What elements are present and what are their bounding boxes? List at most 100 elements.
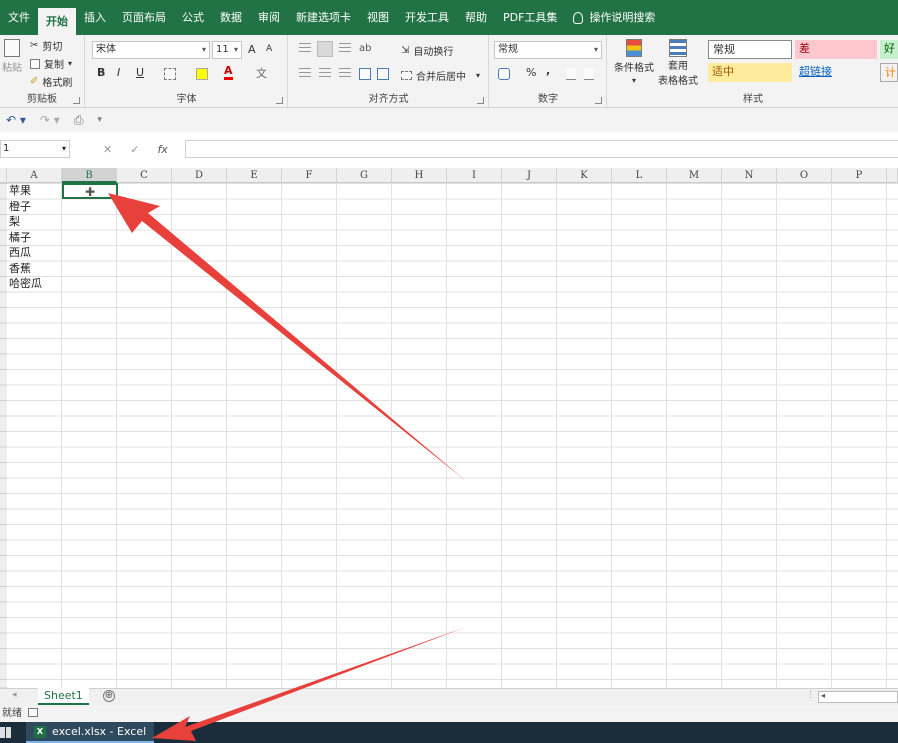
formula-input[interactable] <box>185 140 898 158</box>
column-header-b[interactable]: B <box>62 168 117 183</box>
column-header-m[interactable]: M <box>667 168 722 183</box>
number-launcher-icon[interactable] <box>595 97 602 104</box>
cut-button[interactable]: ✂ 剪切 <box>30 38 62 53</box>
column-header-o[interactable]: O <box>777 168 832 183</box>
tab-data[interactable]: 数据 <box>212 0 250 35</box>
column-header-a[interactable]: A <box>7 168 62 183</box>
font-size-select[interactable]: 11 ▾ <box>212 41 242 59</box>
font-color-button[interactable]: A <box>224 65 233 80</box>
row-headers[interactable] <box>0 183 7 688</box>
increase-indent-icon[interactable] <box>377 68 389 80</box>
column-header-c[interactable]: C <box>117 168 172 183</box>
cell-a5[interactable]: 西瓜 <box>9 245 31 260</box>
conditional-format-button[interactable]: 条件格式 ▾ <box>614 39 654 85</box>
align-middle-icon[interactable] <box>317 41 333 57</box>
enter-icon[interactable]: ✓ <box>130 143 139 156</box>
alignment-launcher-icon[interactable] <box>477 97 484 104</box>
sheet-tab-sheet1[interactable]: Sheet1 <box>38 688 89 705</box>
currency-icon[interactable] <box>498 68 510 80</box>
align-left-icon[interactable] <box>299 68 311 80</box>
horizontal-scrollbar[interactable]: ◂ <box>818 691 898 703</box>
column-header-g[interactable]: G <box>337 168 392 183</box>
underline-button[interactable]: U <box>136 66 144 79</box>
taskbar-excel-window[interactable]: X excel.xlsx - Excel <box>26 722 154 743</box>
number-format-select[interactable]: 常规 ▾ <box>494 41 602 59</box>
customize-icon[interactable]: ▾ <box>97 115 102 125</box>
select-all-corner[interactable] <box>0 168 7 183</box>
format-as-table-button[interactable]: 套用 表格格式 <box>658 39 698 87</box>
font-name-select[interactable]: 宋体 ▾ <box>92 41 210 59</box>
column-header-h[interactable]: H <box>392 168 447 183</box>
cell-a6[interactable]: 香蕉 <box>9 261 31 276</box>
column-header-i[interactable]: I <box>447 168 502 183</box>
fill-color-icon[interactable] <box>196 68 208 80</box>
align-right-icon[interactable] <box>339 68 351 80</box>
column-header-p[interactable]: P <box>832 168 887 183</box>
tab-formulas[interactable]: 公式 <box>174 0 212 35</box>
copy-button[interactable]: 复制 ▾ <box>30 56 72 71</box>
undo-icon[interactable]: ↶ ▾ <box>6 113 26 127</box>
tab-splitter-icon[interactable]: ⋮ <box>806 690 815 700</box>
cell-a3[interactable]: 梨 <box>9 214 20 229</box>
redo-icon[interactable]: ↷ ▾ <box>40 113 60 127</box>
tab-developer[interactable]: 开发工具 <box>397 0 457 35</box>
column-header-k[interactable]: K <box>557 168 612 183</box>
paste-button[interactable]: 粘贴 <box>2 39 22 74</box>
tab-new[interactable]: 新建选项卡 <box>288 0 359 35</box>
style-bad[interactable]: 差 <box>795 40 877 59</box>
windows-start-icon[interactable] <box>0 727 11 738</box>
tab-home[interactable]: 开始 <box>38 8 76 35</box>
cell-a4[interactable]: 橘子 <box>9 230 31 245</box>
italic-button[interactable]: I <box>117 66 120 79</box>
worksheet-grid[interactable]: A B C D E F G H I J K L M N O P 苹果 橙子 梨 … <box>0 168 898 688</box>
cancel-icon[interactable]: ✕ <box>103 143 112 156</box>
bold-button[interactable]: B <box>97 66 105 79</box>
border-icon[interactable] <box>164 68 176 80</box>
cell-a2[interactable]: 橙子 <box>9 199 31 214</box>
column-header-q[interactable] <box>887 168 898 183</box>
column-header-j[interactable]: J <box>502 168 557 183</box>
orientation-button[interactable]: ab <box>359 43 371 54</box>
font-launcher-icon[interactable] <box>276 97 283 104</box>
percent-button[interactable]: % <box>526 66 536 79</box>
tell-me-search[interactable]: 操作说明搜索 <box>565 0 663 35</box>
column-header-l[interactable]: L <box>612 168 667 183</box>
scroll-tabs-left-icon[interactable]: ◂ <box>12 690 17 700</box>
insert-function-icon[interactable]: fx <box>157 143 167 156</box>
style-neutral[interactable]: 适中 <box>708 63 792 82</box>
decrease-decimal-icon[interactable] <box>584 68 594 80</box>
increase-decimal-icon[interactable] <box>566 68 576 80</box>
grow-font-button[interactable]: A <box>248 43 256 56</box>
print-preview-icon[interactable]: ⎙ <box>74 113 84 128</box>
column-header-f[interactable]: F <box>282 168 337 183</box>
column-header-n[interactable]: N <box>722 168 777 183</box>
style-good[interactable]: 好 <box>880 40 898 59</box>
merge-center-button[interactable]: 合并后居中 ▾ <box>401 68 480 83</box>
tab-review[interactable]: 审阅 <box>250 0 288 35</box>
style-calculation[interactable]: 计 <box>880 63 898 82</box>
tab-insert[interactable]: 插入 <box>76 0 114 35</box>
cell-a7[interactable]: 哈密瓜 <box>9 276 42 291</box>
align-bottom-icon[interactable] <box>339 43 351 55</box>
tab-help[interactable]: 帮助 <box>457 0 495 35</box>
align-center-icon[interactable] <box>319 68 331 80</box>
tab-file[interactable]: 文件 <box>0 0 38 35</box>
wrap-text-button[interactable]: ⇲ 自动换行 <box>401 43 453 58</box>
tab-view[interactable]: 视图 <box>359 0 397 35</box>
column-header-d[interactable]: D <box>172 168 227 183</box>
scroll-left-icon[interactable]: ◂ <box>821 691 825 700</box>
shrink-font-button[interactable]: A <box>266 44 272 54</box>
clipboard-launcher-icon[interactable] <box>73 97 80 104</box>
tab-pdf-tools[interactable]: PDF工具集 <box>495 0 565 35</box>
comma-button[interactable]: , <box>546 64 550 77</box>
phonetic-icon[interactable]: 文 <box>256 65 267 81</box>
style-normal[interactable]: 常规 <box>708 40 792 59</box>
name-box[interactable]: 1 ▾ <box>0 140 70 158</box>
decrease-indent-icon[interactable] <box>359 68 371 80</box>
style-hyperlink[interactable]: 超链接 <box>795 63 877 82</box>
format-painter-button[interactable]: ✐ 格式刷 <box>30 74 72 89</box>
align-top-icon[interactable] <box>299 43 311 55</box>
add-sheet-icon[interactable]: ⊕ <box>103 690 115 702</box>
tab-page-layout[interactable]: 页面布局 <box>114 0 174 35</box>
macro-record-icon[interactable] <box>28 708 38 717</box>
